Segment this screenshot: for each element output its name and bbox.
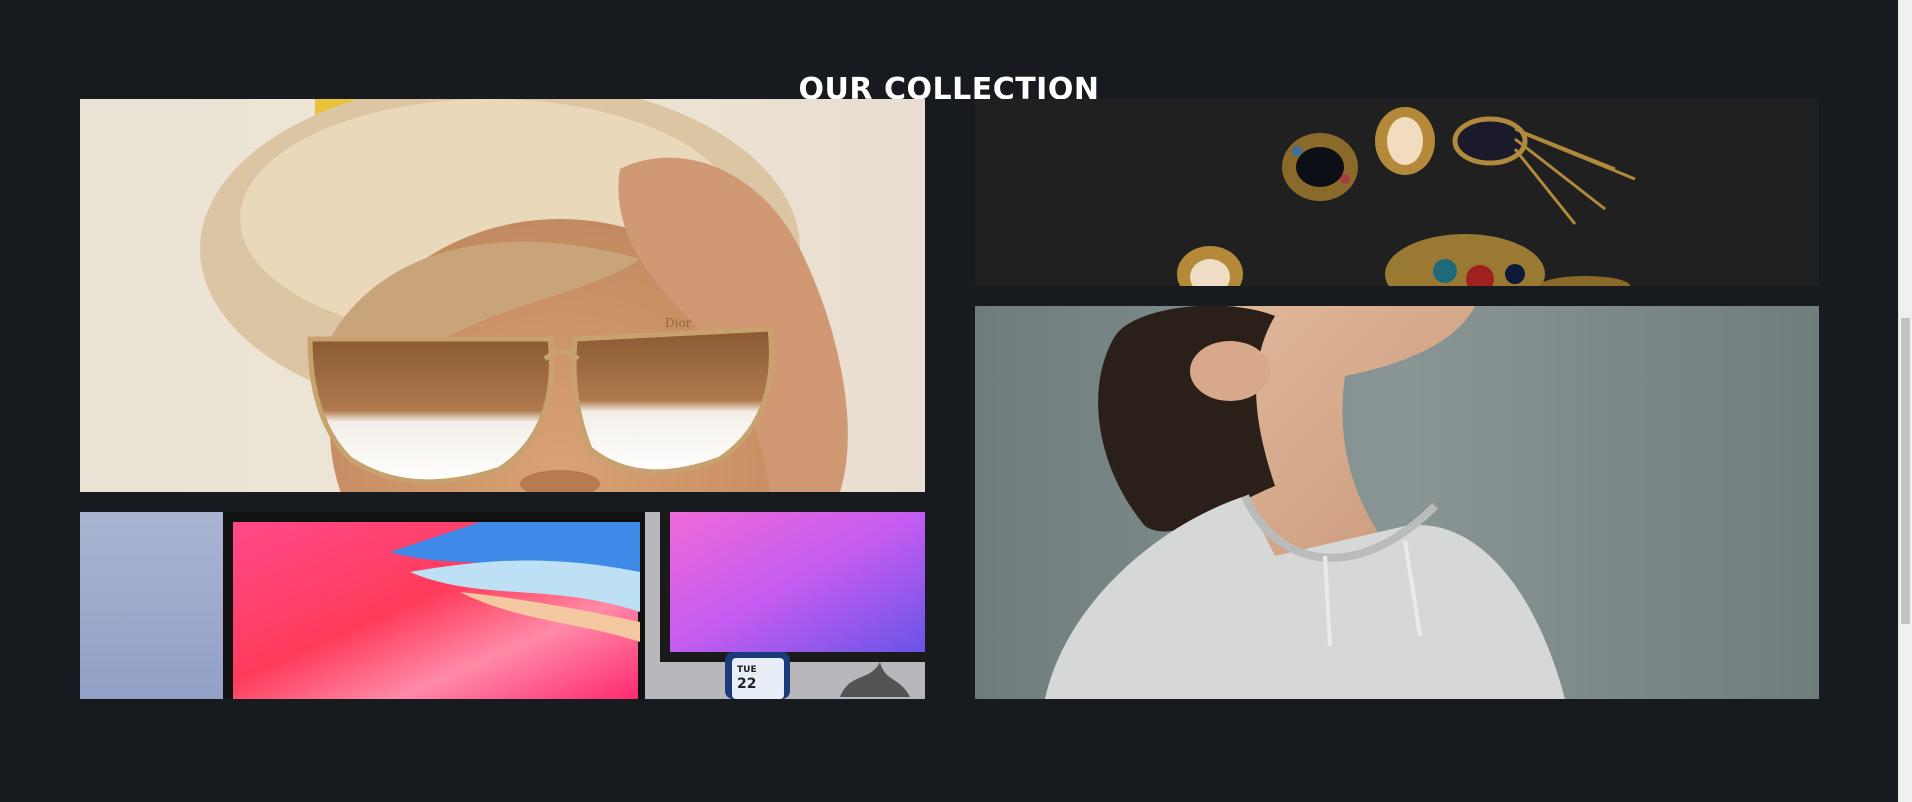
sunglasses-photo: Dior [80,99,925,492]
jewelry-photo-tile[interactable] [975,99,1819,286]
scrollbar-thumb[interactable] [1901,318,1910,624]
laptop-photo-tile[interactable]: TUE 22 [80,512,925,699]
eyewear-brand: Dior [665,316,692,330]
sunglasses-photo-tile[interactable]: Dior [80,99,925,492]
page-scrollbar[interactable] [1898,0,1912,802]
phone-day: TUE [737,665,757,675]
jewelry-photo [975,99,1819,286]
phone-date: 22 [737,676,756,692]
hoodie-photo [975,306,1819,699]
hoodie-photo-tile[interactable] [975,306,1819,699]
laptop-photo: TUE 22 [80,512,925,699]
